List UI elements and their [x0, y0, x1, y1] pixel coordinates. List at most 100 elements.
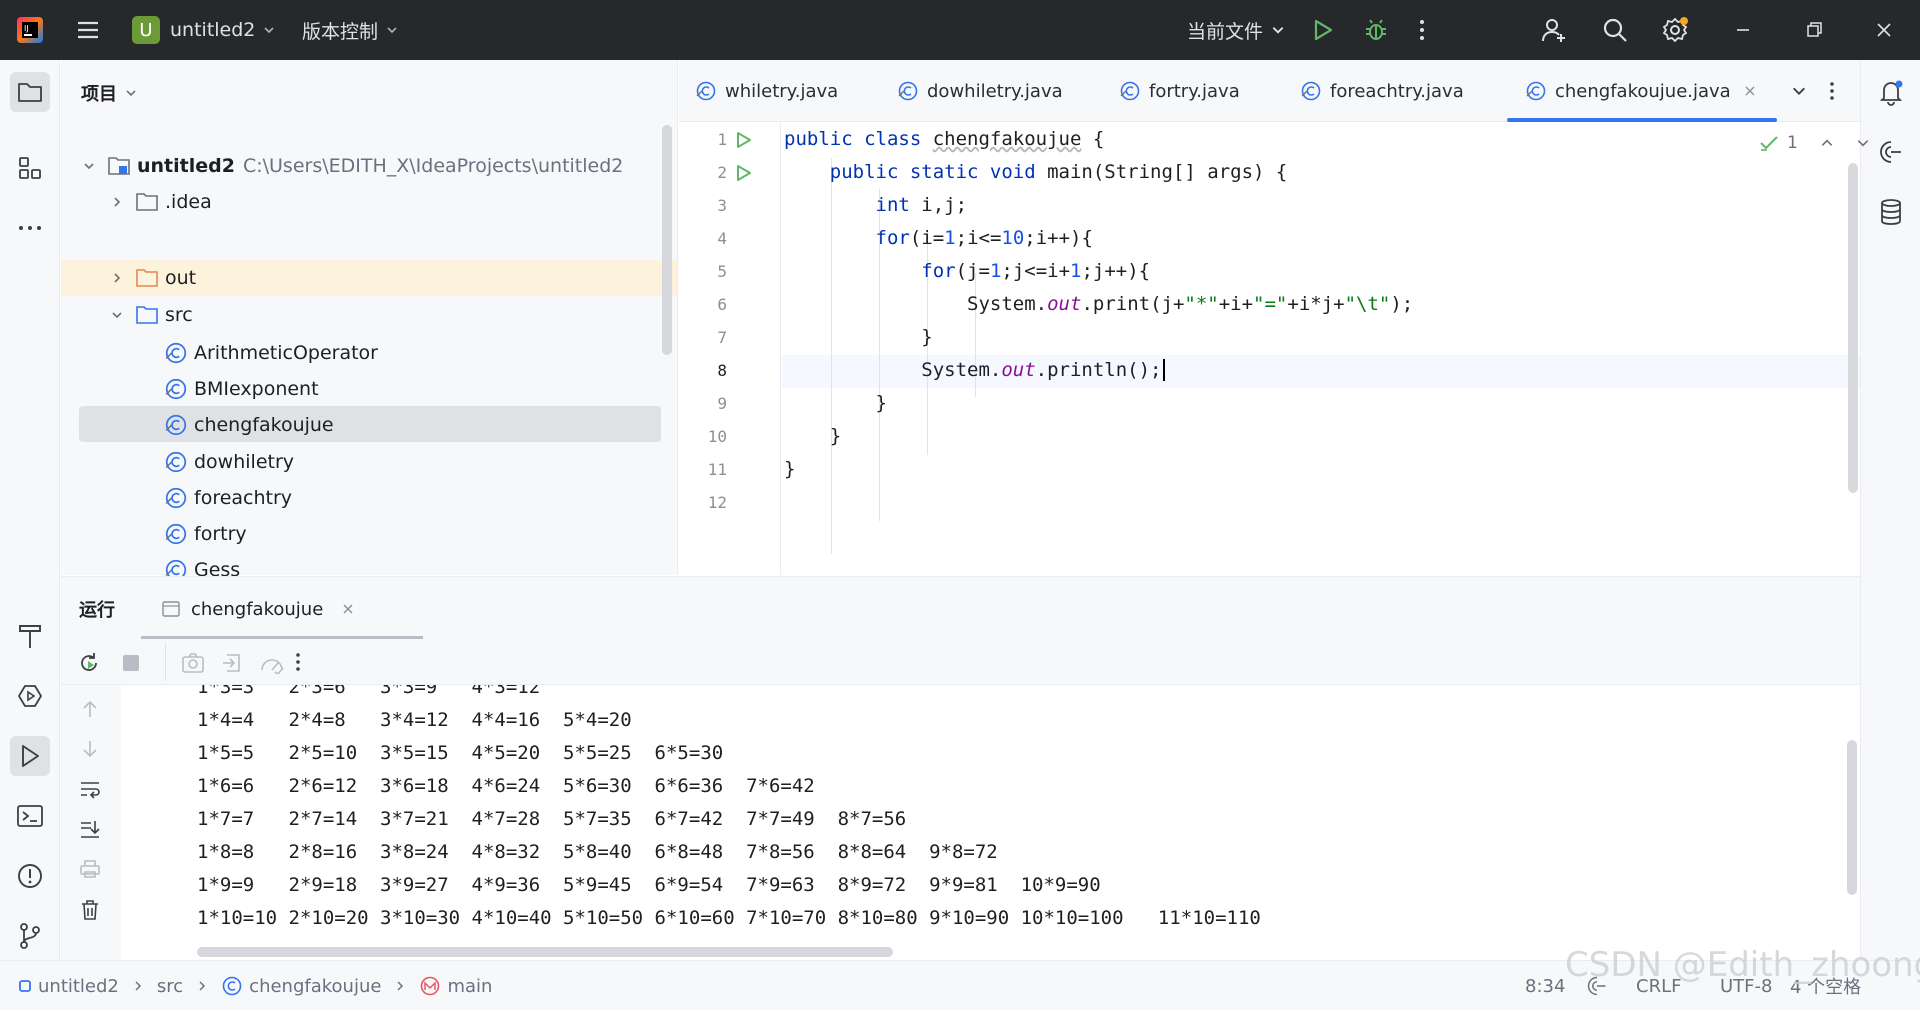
- file-label: fortry: [194, 523, 247, 545]
- code-line: public static void main(String[] args) {: [829, 161, 1288, 183]
- minimize-icon: [1737, 29, 1749, 31]
- tree-root[interactable]: untitled2 C:\Users\EDITH_X\IdeaProjects\…: [79, 149, 623, 183]
- database-tool-button[interactable]: [1871, 192, 1911, 232]
- debug-button[interactable]: [1363, 0, 1389, 60]
- restore-button[interactable]: [1804, 0, 1824, 60]
- services-tool-button[interactable]: [10, 676, 50, 716]
- breadcrumb-item[interactable]: main: [447, 976, 492, 997]
- close-icon[interactable]: [1743, 84, 1757, 98]
- project-badge: U: [132, 16, 160, 44]
- run-gutter-icon[interactable]: [734, 163, 754, 183]
- tree-file-dowhiletry[interactable]: dowhiletry: [164, 445, 294, 479]
- project-tool-button[interactable]: [10, 72, 50, 112]
- breadcrumb-item[interactable]: src: [157, 976, 183, 997]
- method-icon: [421, 976, 440, 996]
- inspection-widget[interactable]: 1: [1759, 133, 1870, 153]
- project-scrollbar[interactable]: [662, 125, 672, 355]
- more-tools-button[interactable]: [10, 208, 50, 248]
- java-class-icon: [1120, 81, 1140, 101]
- breadcrumb-item[interactable]: untitled2: [38, 976, 119, 997]
- stop-button[interactable]: [121, 653, 141, 673]
- code-with-me-button[interactable]: [1540, 0, 1568, 60]
- tree-folder-out[interactable]: out: [107, 261, 196, 295]
- tree-file-foreachtry[interactable]: foreachtry: [164, 481, 292, 515]
- line-number: 2: [717, 163, 727, 182]
- rerun-button[interactable]: [77, 651, 101, 675]
- tab-fortry[interactable]: fortry.java: [1119, 60, 1240, 122]
- tree-file-chengfakoujue[interactable]: chengfakoujue: [164, 408, 334, 442]
- settings-button[interactable]: [1660, 0, 1690, 60]
- structure-tool-button[interactable]: [10, 148, 50, 188]
- play-icon: [737, 132, 751, 148]
- run-more-button[interactable]: [295, 652, 301, 672]
- run-config-label: 当前文件: [1187, 20, 1264, 43]
- tab-foreachtry[interactable]: foreachtry.java: [1300, 60, 1464, 122]
- console-horizontal-scrollbar[interactable]: [197, 947, 893, 957]
- profiler-button[interactable]: [259, 652, 285, 674]
- terminal-icon: [17, 805, 43, 827]
- console-output[interactable]: 1*3=3 2*3=6 3*3=9 4*3=12 1*4=4 2*4=8 3*4=…: [121, 685, 1860, 961]
- tree-folder-idea[interactable]: .idea: [107, 185, 212, 219]
- tree-folder-src[interactable]: src: [107, 298, 193, 332]
- app-logo[interactable]: IJ: [14, 0, 46, 60]
- more-vertical-icon: [1420, 20, 1424, 40]
- code-line: public class chengfakoujue {: [784, 128, 1105, 150]
- chevron-down-icon: [1793, 87, 1805, 95]
- code-editor[interactable]: 1 2 3 4 5 6 7 8 9 10 11 12 public class chengfakouj…: [679, 123, 1869, 575]
- minimize-button[interactable]: [1733, 0, 1753, 60]
- tab-dowhiletry[interactable]: dowhiletry.java: [897, 60, 1063, 122]
- arrow-down-icon: [83, 741, 97, 758]
- rerun-icon: [81, 653, 97, 671]
- run-tab[interactable]: chengfakoujue: [141, 577, 423, 641]
- editor-scrollbar[interactable]: [1848, 163, 1858, 493]
- caret-position[interactable]: 8:34: [1525, 961, 1565, 1011]
- tree-file-arithmeticoperator[interactable]: ArithmeticOperator: [164, 336, 378, 370]
- vcs-menu[interactable]: 版本控制: [302, 0, 398, 60]
- folder-label: out: [165, 267, 197, 289]
- scroll-up-button[interactable]: [81, 699, 99, 719]
- chevron-down-icon[interactable]: [1856, 136, 1870, 150]
- clear-console-button[interactable]: [80, 899, 100, 921]
- chevron-up-icon[interactable]: [1820, 136, 1834, 150]
- scroll-down-button[interactable]: [81, 739, 99, 759]
- run-button[interactable]: [1310, 0, 1336, 60]
- close-icon[interactable]: [341, 602, 355, 616]
- console-vertical-scrollbar[interactable]: [1847, 740, 1857, 895]
- search-everywhere-button[interactable]: [1601, 0, 1629, 60]
- java-class-icon: [165, 487, 187, 508]
- camera-icon: [182, 653, 204, 673]
- breadcrumb-item[interactable]: chengfakoujue: [249, 976, 381, 997]
- main-menu-button[interactable]: [74, 0, 102, 60]
- soft-wrap-button[interactable]: [79, 779, 101, 799]
- line-number: 1: [717, 130, 727, 149]
- scroll-to-end-button[interactable]: [79, 819, 101, 839]
- folder-label: src: [165, 304, 193, 326]
- tab-whiletry[interactable]: whiletry.java: [695, 60, 838, 122]
- tab-chengfakoujue[interactable]: chengfakoujue.java: [1507, 60, 1777, 122]
- ai-assistant-button[interactable]: [1871, 132, 1911, 172]
- console-line: 1*4=4 2*4=8 3*4=12 4*4=16 5*4=20: [197, 709, 632, 731]
- print-button[interactable]: [79, 859, 101, 879]
- tree-file-fortry[interactable]: fortry: [164, 517, 247, 551]
- run-tab-indicator: [141, 636, 423, 639]
- screenshot-button[interactable]: [181, 652, 205, 674]
- file-label: ArithmeticOperator: [194, 342, 378, 364]
- terminal-tool-button[interactable]: [10, 796, 50, 836]
- run-config-selector[interactable]: 当前文件: [1187, 0, 1285, 60]
- tab-list-button[interactable]: [1791, 60, 1807, 122]
- close-window-button[interactable]: [1874, 0, 1894, 60]
- more-actions-button[interactable]: [1418, 0, 1426, 60]
- git-tool-button[interactable]: [10, 916, 50, 956]
- export-button[interactable]: [221, 652, 243, 674]
- tree-file-bmiexponent[interactable]: BMIexponent: [164, 372, 319, 406]
- run-tool-button[interactable]: [10, 736, 50, 776]
- tab-more-button[interactable]: [1829, 60, 1835, 122]
- java-class-icon: [165, 415, 187, 436]
- problems-tool-button[interactable]: [10, 856, 50, 896]
- project-switcher[interactable]: U untitled2: [132, 0, 275, 60]
- run-gutter-icon[interactable]: [734, 130, 754, 150]
- build-tool-button[interactable]: [10, 616, 50, 656]
- project-panel-header[interactable]: 项目: [81, 80, 137, 106]
- run-toolbar: [61, 641, 1860, 685]
- notifications-button[interactable]: [1871, 72, 1911, 112]
